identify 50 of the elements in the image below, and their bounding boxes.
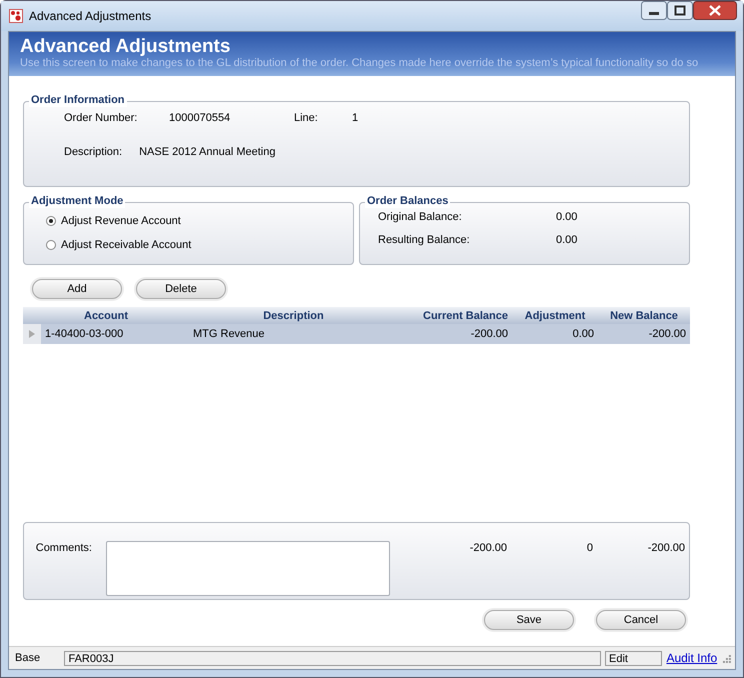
table-cell-text: 1-40400-03-000 bbox=[44, 328, 124, 340]
toolbar-button[interactable]: Delete bbox=[136, 279, 226, 299]
radio-label: Adjust Revenue Account bbox=[61, 215, 181, 227]
table-cell-text: -200.00 bbox=[648, 328, 687, 340]
toolbar-button[interactable]: Add bbox=[32, 279, 122, 299]
page-title: Advanced Adjustments bbox=[20, 36, 232, 57]
balance-value: 0.00 bbox=[556, 211, 578, 223]
table-cell-text: 0.00 bbox=[572, 328, 595, 340]
row-marker-icon bbox=[29, 330, 35, 338]
resize-grip-icon[interactable] bbox=[721, 653, 732, 663]
status-mode: Base bbox=[14, 652, 42, 664]
app-icon bbox=[9, 9, 23, 23]
field-value: NASE 2012 Annual Meeting bbox=[139, 146, 276, 158]
total-value: -200.00 bbox=[646, 541, 686, 554]
close-icon[interactable] bbox=[693, 1, 737, 20]
field-label: Order Number: bbox=[64, 112, 138, 124]
total-value: -200.00 bbox=[468, 541, 508, 554]
radio-button[interactable] bbox=[46, 216, 56, 226]
radio-label: Adjust Receivable Account bbox=[61, 239, 192, 251]
section-title: Order Balances bbox=[367, 195, 448, 207]
dialog-button[interactable]: Cancel bbox=[596, 610, 686, 630]
column-header: Adjustment bbox=[524, 310, 586, 322]
maximize-icon[interactable] bbox=[667, 1, 693, 20]
status-state: Edit bbox=[605, 650, 662, 666]
section-title: Adjustment Mode bbox=[31, 195, 124, 207]
field-value: 1 bbox=[352, 112, 360, 124]
field-label: Line: bbox=[294, 112, 319, 124]
window-title: Advanced Adjustments bbox=[29, 9, 152, 23]
minimize-icon[interactable] bbox=[641, 1, 667, 20]
field-value: 1000070554 bbox=[169, 112, 232, 124]
field-label: Description: bbox=[64, 146, 122, 158]
page-description: Use this screen to make changes to the GL distribution of the order. Changes made here override the system’s typical functionality so do so bbox=[20, 57, 700, 70]
column-header: Description bbox=[262, 310, 325, 322]
total-value: 0 bbox=[586, 541, 594, 554]
dialog-button[interactable]: Save bbox=[484, 610, 574, 630]
audit-info-link[interactable]: Audit Info bbox=[666, 651, 718, 665]
comments-label: Comments: bbox=[34, 541, 93, 554]
section-title: Order Information bbox=[31, 94, 125, 106]
table-row[interactable]: 1-40400-03-000 MTG Revenue -200.00 0.00 -200.00 bbox=[23, 324, 690, 344]
balance-label: Original Balance: bbox=[378, 211, 463, 223]
table-cell-text: MTG Revenue bbox=[192, 328, 266, 340]
column-header: New Balance bbox=[609, 310, 679, 322]
comments-field[interactable] bbox=[106, 541, 390, 596]
balance-label: Resulting Balance: bbox=[378, 234, 471, 246]
screen-code: FAR003J bbox=[64, 650, 602, 666]
radio-button[interactable] bbox=[46, 240, 56, 250]
column-header: Account bbox=[83, 310, 129, 322]
column-header: Current Balance bbox=[422, 310, 509, 322]
balance-value: 0.00 bbox=[556, 234, 578, 246]
table-cell-text: -200.00 bbox=[470, 328, 509, 340]
